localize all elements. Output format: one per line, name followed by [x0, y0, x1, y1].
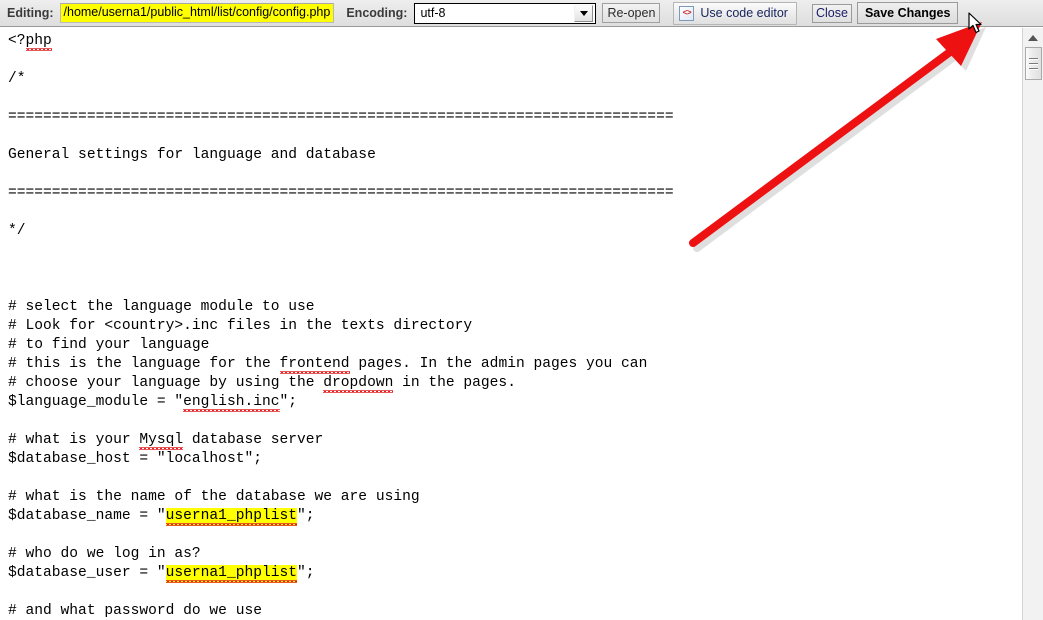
setting-key: $language_module = ": [8, 394, 184, 410]
document-code-icon: <>: [679, 5, 695, 21]
setting-key: $database_host = ": [8, 451, 166, 467]
setting-key: $database_name = ": [8, 508, 166, 524]
comment-language-5: # choose your language by using the drop…: [8, 375, 516, 391]
setting-value: userna1_phplist: [165, 508, 298, 524]
caret-up-icon[interactable]: [1024, 30, 1042, 45]
file-content: <?php /* ===============================…: [0, 28, 1022, 620]
file-editor-textarea[interactable]: <?php /* ===============================…: [0, 28, 1022, 620]
close-button[interactable]: Close: [811, 3, 852, 23]
setting-end: ";: [297, 508, 315, 524]
reopen-button[interactable]: Re-open: [602, 3, 661, 23]
scrollbar-thumb[interactable]: [1025, 47, 1042, 80]
setting-value: localhost: [165, 451, 245, 467]
encoding-label: Encoding:: [346, 6, 408, 20]
file-path-field[interactable]: /home/userna1/public_html/list/config/co…: [59, 3, 335, 23]
comment-open: /*: [8, 71, 26, 87]
spellcheck-underline: frontend: [279, 356, 350, 372]
editing-label: Editing:: [7, 6, 54, 20]
setting-value: english.inc: [183, 394, 280, 410]
save-changes-button[interactable]: Save Changes: [856, 2, 959, 24]
use-code-editor-button[interactable]: <> Use code editor: [673, 1, 797, 25]
comment-language-3: # to find your language: [8, 337, 210, 353]
comment-language-4: # this is the language for the frontend …: [8, 356, 648, 372]
setting-value: userna1_phplist: [165, 565, 298, 581]
comment-database-user: # who do we log in as?: [8, 546, 201, 562]
caret-up-glyph: [1028, 34, 1038, 41]
setting-key: $database_user = ": [8, 565, 166, 581]
use-code-editor-label: Use code editor: [700, 6, 788, 20]
settings-heading: General settings for language and databa…: [8, 147, 376, 163]
setting-end: ";: [279, 394, 298, 410]
grip-line: [1029, 57, 1038, 60]
chevron-down-glyph: [579, 10, 588, 16]
setting-database-user: $database_user = "userna1_phplist";: [8, 565, 315, 583]
separator-line-bottom: ========================================…: [8, 185, 674, 201]
php-open-tag: <?php: [8, 33, 52, 49]
spellcheck-underline: Mysql: [139, 432, 184, 448]
grip-line: [1029, 67, 1038, 70]
chevron-down-icon[interactable]: [574, 4, 594, 22]
comment-database-host: # what is your Mysql database server: [8, 432, 324, 448]
setting-database-host: $database_host = "localhost";: [8, 451, 262, 467]
encoding-selected-value: utf-8: [420, 6, 446, 20]
editor-toolbar: Editing: /home/userna1/public_html/list/…: [0, 0, 1043, 27]
vertical-scrollbar[interactable]: [1022, 28, 1043, 620]
setting-language-module: $language_module = "english.inc";: [8, 394, 297, 412]
comment-database-name: # what is the name of the database we ar…: [8, 489, 420, 505]
comment-language-1: # select the language module to use: [8, 299, 315, 315]
comment-language-2: # Look for <country>.inc files in the te…: [8, 318, 473, 334]
spellcheck-underline: php: [25, 33, 52, 49]
separator-line-top: ========================================…: [8, 109, 674, 125]
setting-end: ";: [244, 451, 262, 467]
setting-end: ";: [297, 565, 315, 581]
setting-database-name: $database_name = "userna1_phplist";: [8, 508, 315, 526]
encoding-select[interactable]: utf-8: [414, 2, 597, 24]
grip-line: [1029, 62, 1038, 65]
spellcheck-underline: dropdown: [323, 375, 394, 391]
document-code-glyph: <>: [682, 8, 692, 17]
comment-close: */: [8, 223, 26, 239]
comment-database-password: # and what password do we use: [8, 603, 262, 619]
